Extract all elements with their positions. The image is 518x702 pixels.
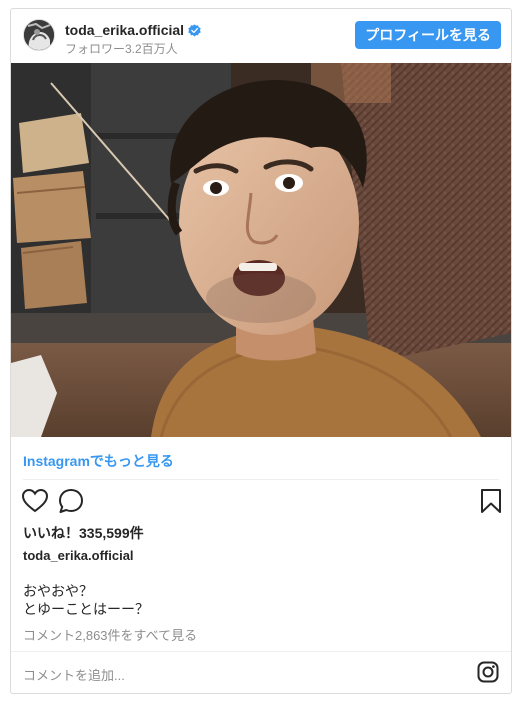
- post-photo[interactable]: [11, 63, 511, 437]
- bookmark-icon[interactable]: [477, 487, 505, 515]
- view-profile-button[interactable]: プロフィールを見る: [355, 21, 501, 49]
- caption-author[interactable]: toda_erika.official: [23, 548, 134, 563]
- like-count[interactable]: いいね！335,599件: [23, 523, 144, 543]
- caption-line: とゆーことはーー？: [23, 601, 149, 617]
- caption-line: おやおや？: [23, 583, 93, 599]
- divider: [11, 651, 511, 652]
- divider: [23, 479, 499, 480]
- avatar-image: [24, 20, 54, 50]
- view-all-comments-link[interactable]: コメント2,863件をすべて見る: [23, 625, 197, 644]
- verified-badge-icon: [188, 23, 201, 37]
- heart-icon[interactable]: [21, 487, 49, 515]
- view-more-on-instagram-link[interactable]: Instagramでもっと見る: [23, 451, 174, 471]
- username-row: toda_erika.official: [65, 22, 201, 38]
- comment-icon[interactable]: [57, 487, 85, 515]
- follower-count: フォロワー3.2百万人: [65, 42, 178, 56]
- action-bar: [11, 487, 511, 517]
- caption-text: おやおや？ とゆーことはーー？: [23, 582, 149, 618]
- username[interactable]: toda_erika.official: [65, 22, 184, 38]
- instagram-embed-card: toda_erika.official フォロワー3.2百万人 プロフィールを見…: [10, 8, 512, 694]
- post-photo-image: [11, 63, 511, 437]
- instagram-logo-icon[interactable]: [477, 661, 499, 683]
- post-header: toda_erika.official フォロワー3.2百万人 プロフィールを見…: [11, 9, 511, 63]
- avatar[interactable]: [23, 19, 55, 51]
- add-comment-input[interactable]: [23, 665, 443, 685]
